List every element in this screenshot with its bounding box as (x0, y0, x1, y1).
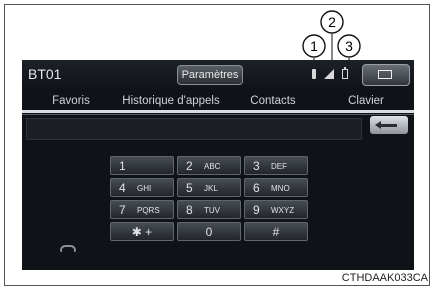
signal-strength-icon (324, 69, 334, 79)
key-0[interactable]: 0 (177, 222, 241, 241)
key-4[interactable]: 4 GHI (110, 178, 174, 197)
battery-icon (342, 67, 348, 79)
tab-bar: Favoris Historique d'appels Contacts Cla… (22, 90, 414, 112)
phone-screen: BT01 Paramètres Favoris Historique d'app… (22, 60, 414, 270)
tab-clavier[interactable]: Clavier (322, 92, 410, 110)
backspace-button[interactable] (370, 116, 408, 134)
key-5[interactable]: 5 JKL (177, 178, 241, 197)
figure-caption: CTHDAAK033CA (341, 272, 428, 284)
tab-historique[interactable]: Historique d'appels (120, 92, 222, 110)
bluetooth-connection-icon (312, 69, 316, 79)
key-1[interactable]: 1 (110, 156, 174, 175)
handset-call-icon[interactable] (60, 245, 76, 252)
key-2[interactable]: 2 ABC (177, 156, 241, 175)
device-name: BT01 (28, 66, 62, 82)
key-hash[interactable]: # (244, 222, 308, 241)
number-input[interactable] (26, 118, 362, 140)
message-button[interactable] (362, 64, 410, 86)
tab-divider-shadow (22, 114, 414, 115)
key-9[interactable]: 9 WXYZ (244, 200, 308, 219)
tab-favoris[interactable]: Favoris (26, 92, 116, 110)
tab-divider (22, 110, 414, 113)
key-6[interactable]: 6 MNO (244, 178, 308, 197)
key-star[interactable]: ✱ + (110, 222, 174, 241)
settings-button[interactable]: Paramètres (177, 65, 243, 85)
tab-contacts[interactable]: Contacts (228, 92, 318, 110)
key-7[interactable]: 7 PQRS (110, 200, 174, 219)
key-3[interactable]: 3 DEF (244, 156, 308, 175)
status-bar: BT01 Paramètres (22, 60, 414, 88)
message-icon (378, 70, 392, 79)
key-8[interactable]: 8 TUV (177, 200, 241, 219)
